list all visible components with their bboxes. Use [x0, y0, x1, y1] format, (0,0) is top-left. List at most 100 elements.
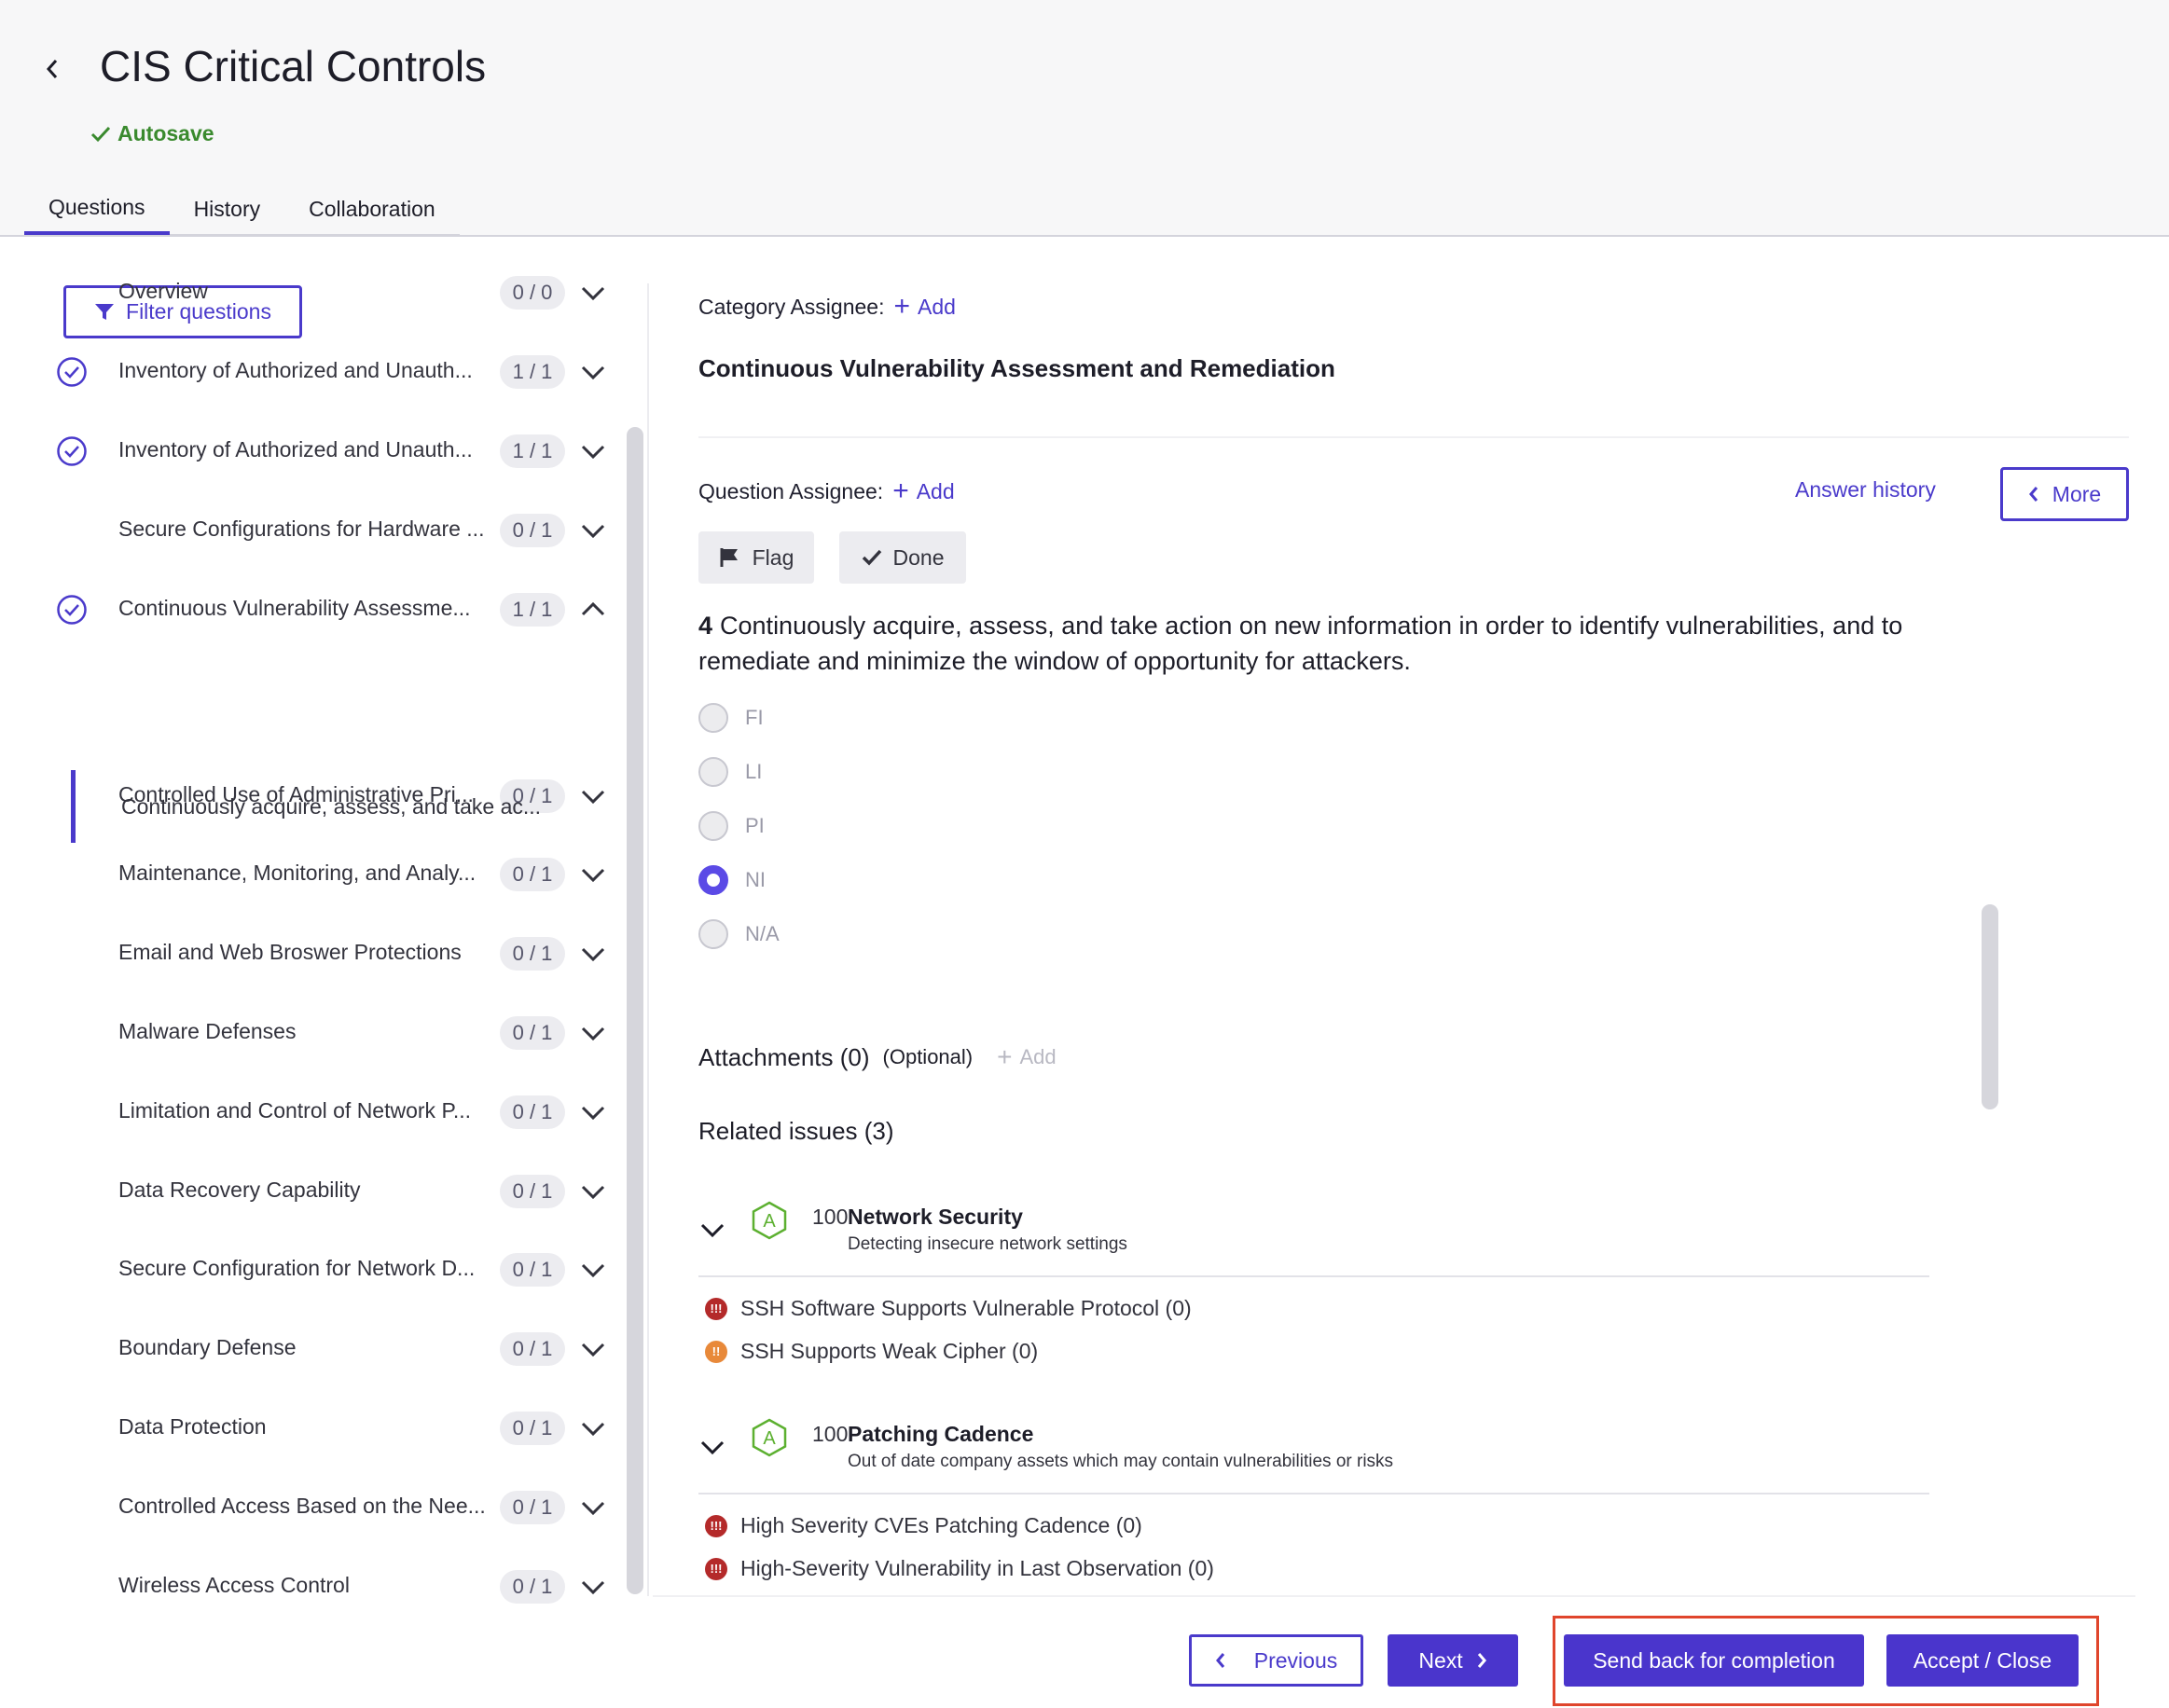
chevron-down-icon[interactable] [579, 1337, 607, 1361]
option-label: NI [745, 868, 766, 891]
issue-group-score: 100 [812, 1205, 849, 1229]
category-label: Boundary Defense [118, 1335, 297, 1359]
sidebar-category-item[interactable]: Limitation and Control of Network P... 0 … [0, 1084, 615, 1140]
sidebar-category-item[interactable]: Inventory of Authorized and Unauth... 1 /… [0, 344, 615, 400]
selected-question-item[interactable]: Continuously acquire, assess, and take a… [71, 770, 593, 843]
category-assignee-add-button[interactable]: + Add [893, 293, 955, 321]
issue-group-description: Detecting insecure network settings [848, 1234, 1127, 1254]
tab-collaboration[interactable]: Collaboration [284, 183, 460, 235]
chevron-down-icon[interactable] [698, 1435, 726, 1459]
severity-icon: !!! [705, 1514, 727, 1537]
category-count-badge: 0 / 1 [500, 1412, 565, 1445]
attachments-add-button[interactable]: + Add [997, 1042, 1057, 1072]
chevron-right-icon [1477, 1653, 1486, 1668]
sidebar-scrollbar[interactable] [627, 427, 643, 1594]
answer-history-link[interactable]: Answer history [1795, 477, 1936, 503]
flag-icon [720, 548, 738, 567]
radio-button[interactable] [698, 703, 728, 733]
option-label: N/A [745, 922, 780, 945]
issue-group-name: Network Security [848, 1205, 1023, 1229]
radio-button[interactable] [698, 919, 728, 949]
sidebar-category-item[interactable]: Controlled Access Based on the Nee... 0 /… [0, 1480, 615, 1536]
radio-button[interactable] [698, 865, 728, 895]
category-count-badge: 0 / 1 [500, 514, 565, 547]
chevron-down-icon[interactable] [579, 1416, 607, 1440]
issue-label: SSH Supports Weak Cipher (0) [740, 1339, 1039, 1363]
option-label: FI [745, 706, 764, 729]
chevron-down-icon[interactable] [579, 360, 607, 384]
flag-label: Flag [752, 544, 794, 570]
chevron-down-icon[interactable] [579, 518, 607, 543]
chevron-down-icon[interactable] [579, 439, 607, 463]
check-circle-icon [57, 436, 87, 466]
chevron-down-icon[interactable] [579, 1495, 607, 1520]
next-label: Next [1418, 1647, 1463, 1673]
sidebar-category-item[interactable]: Secure Configuration for Network D... 0 /… [0, 1242, 615, 1298]
sidebar-category-item[interactable]: Email and Web Broswer Protections 0 / 1 [0, 926, 615, 982]
chevron-down-icon[interactable] [579, 1575, 607, 1599]
chevron-down-icon[interactable] [579, 1179, 607, 1204]
divider [698, 1493, 1929, 1494]
done-button[interactable]: Done [839, 531, 966, 584]
answer-option[interactable]: FI [698, 703, 764, 733]
answer-option[interactable]: N/A [698, 919, 780, 949]
tab-bar: Questions History Collaboration [24, 183, 460, 237]
main-scrollbar[interactable] [1982, 904, 1998, 1109]
chevron-down-icon[interactable] [579, 1021, 607, 1045]
severity-icon: !!! [705, 1297, 727, 1320]
issue-group: A 100 Network Security Detecting insecure n… [698, 1191, 1929, 1277]
sidebar-category-item[interactable]: Inventory of Authorized and Unauth... 1 /… [0, 423, 615, 479]
chevron-down-icon[interactable] [579, 1258, 607, 1282]
add-label: Add [917, 294, 956, 319]
related-issue-item[interactable]: !!! High Severity CVEs Patching Cadence (… [705, 1513, 1142, 1538]
panel-divider [647, 283, 649, 1596]
option-label: PI [745, 814, 765, 837]
flag-button[interactable]: Flag [698, 531, 814, 584]
category-label: Secure Configurations for Hardware ... [118, 517, 485, 541]
chevron-down-icon[interactable] [698, 1218, 726, 1242]
tab-questions[interactable]: Questions [24, 183, 170, 235]
sidebar-category-item[interactable]: Secure Configurations for Hardware ... 0 … [0, 503, 615, 558]
more-button[interactable]: More [2000, 467, 2129, 521]
selected-indicator [71, 770, 76, 843]
footer-divider [653, 1595, 2135, 1597]
back-button[interactable] [35, 48, 69, 90]
sidebar-category-item[interactable]: Continuous Vulnerability Assessme... 1 / … [0, 582, 615, 638]
previous-button[interactable]: Previous [1189, 1634, 1363, 1687]
category-label: Limitation and Control of Network P... [118, 1098, 471, 1123]
chevron-down-icon[interactable] [579, 281, 607, 305]
issue-label: High Severity CVEs Patching Cadence (0) [740, 1513, 1142, 1537]
related-issue-item[interactable]: !!! High-Severity Vulnerability in Last O… [705, 1556, 1214, 1581]
page-header: CIS Critical Controls Autosave Questions… [0, 0, 2169, 237]
chevron-up-icon[interactable] [579, 598, 607, 622]
related-issue-item[interactable]: !! SSH Supports Weak Cipher (0) [705, 1339, 1038, 1364]
issue-group-score: 100 [812, 1422, 849, 1446]
chevron-down-icon[interactable] [579, 942, 607, 966]
category-count-badge: 1 / 1 [500, 434, 565, 468]
sidebar-category-item[interactable]: Wireless Access Control 0 / 1 [0, 1559, 615, 1615]
question-panel: Category Assignee: + Add Continuous Vuln… [653, 239, 2169, 1708]
tab-history[interactable]: History [170, 183, 285, 235]
category-count-badge: 0 / 1 [500, 1332, 565, 1366]
answer-option[interactable]: NI [698, 865, 766, 895]
sidebar-category-item[interactable]: Malware Defenses 0 / 1 [0, 1005, 615, 1061]
plus-icon: + [893, 291, 910, 322]
plus-icon: + [997, 1042, 1013, 1071]
sidebar-category-item[interactable]: Overview 0 / 0 [0, 265, 615, 321]
sidebar-category-item[interactable]: Maintenance, Monitoring, and Analy... 0 /… [0, 847, 615, 902]
question-assignee-add-button[interactable]: + Add [892, 477, 954, 505]
add-label: Add [916, 478, 955, 503]
sidebar-category-item[interactable]: Data Protection 0 / 1 [0, 1400, 615, 1456]
related-issue-item[interactable]: !!! SSH Software Supports Vulnerable Prot… [705, 1296, 1192, 1321]
chevron-down-icon[interactable] [579, 862, 607, 887]
plus-icon: + [892, 475, 909, 506]
radio-button[interactable] [698, 811, 728, 841]
answer-option[interactable]: PI [698, 811, 765, 841]
category-label: Inventory of Authorized and Unauth... [118, 358, 473, 382]
sidebar-category-item[interactable]: Data Recovery Capability 0 / 1 [0, 1164, 615, 1219]
sidebar-category-item[interactable]: Boundary Defense 0 / 1 [0, 1321, 615, 1377]
radio-button[interactable] [698, 757, 728, 787]
next-button[interactable]: Next [1388, 1634, 1518, 1687]
answer-option[interactable]: LI [698, 757, 762, 787]
chevron-down-icon[interactable] [579, 1100, 607, 1124]
